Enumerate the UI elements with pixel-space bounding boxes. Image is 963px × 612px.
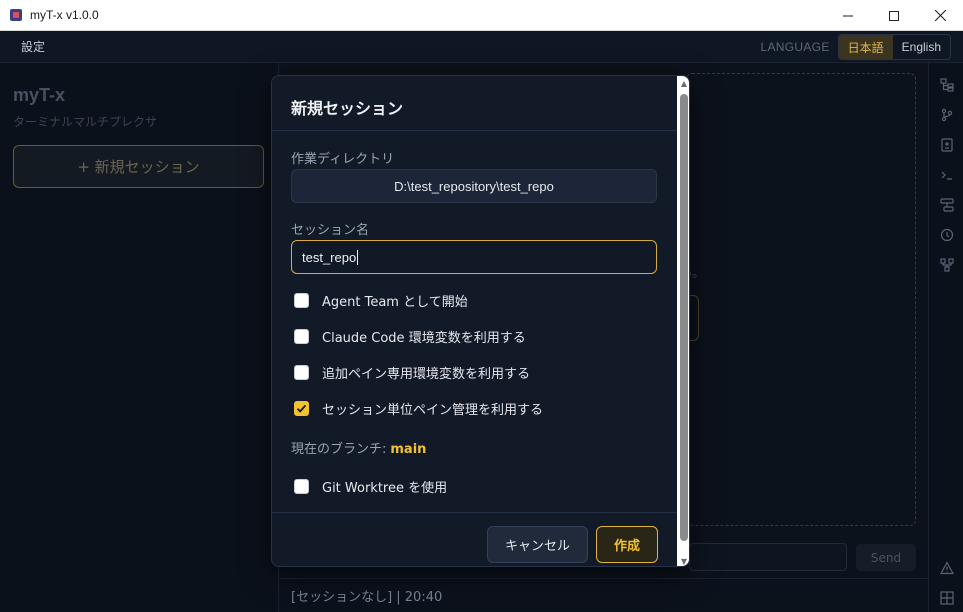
app-subtitle: ターミナルマルチプレクサ	[13, 115, 158, 129]
branch-label: 現在のブランチ:	[291, 442, 387, 457]
checkbox[interactable]	[294, 328, 309, 344]
window-controls	[825, 0, 963, 31]
close-button[interactable]	[917, 0, 963, 31]
dialog-footer: キャンセル 作成	[272, 512, 677, 566]
option-claude-env[interactable]: Claude Code 環境変数を利用する	[294, 326, 526, 346]
option-git-worktree[interactable]: Git Worktree を使用	[294, 476, 447, 496]
option-agent-team[interactable]: Agent Team として開始	[294, 290, 468, 310]
option-label: Git Worktree を使用	[322, 480, 448, 496]
warning-icon[interactable]	[939, 560, 954, 575]
option-session-pane-management[interactable]: セッション単位ペイン管理を利用する	[294, 398, 543, 418]
language-english-button[interactable]: English	[893, 35, 950, 59]
minimize-icon	[843, 15, 853, 16]
session-name-input[interactable]: test_repo	[291, 240, 657, 274]
close-icon	[934, 10, 946, 21]
scroll-down-arrow-icon[interactable]: ▼	[677, 554, 689, 566]
checkbox-checked[interactable]	[294, 400, 309, 416]
settings-menu[interactable]: 設定	[21, 38, 45, 55]
command-input[interactable]	[689, 543, 847, 571]
checkbox[interactable]	[294, 364, 309, 380]
new-session-button[interactable]: + 新規セッション	[13, 145, 264, 188]
session-name-value: test_repo	[302, 249, 357, 265]
app-icon	[10, 9, 22, 21]
branch-name: main	[390, 442, 427, 457]
minimize-button[interactable]	[825, 0, 871, 31]
right-icon-rail	[928, 63, 963, 612]
language-button-group: 日本語 English	[837, 34, 951, 60]
create-button[interactable]: 作成	[596, 526, 658, 563]
scroll-up-arrow-icon[interactable]: ▲	[677, 76, 689, 90]
dialog-scrollbar[interactable]: ▲ ▼	[677, 76, 689, 566]
diff-icon[interactable]	[939, 137, 954, 152]
directory-field[interactable]: D:\test_repository\test_repo	[291, 169, 657, 203]
pane-frame	[686, 73, 916, 526]
option-label: Agent Team として開始	[322, 294, 468, 310]
app-brand: myT-x	[13, 85, 66, 105]
option-label: 追加ペイン専用環境変数を利用する	[322, 366, 531, 382]
send-button[interactable]: Send	[856, 544, 916, 571]
window-title-bar: myT-x v1.0.0	[0, 0, 963, 31]
window-title: myT-x v1.0.0	[30, 8, 99, 22]
history-icon[interactable]	[939, 227, 954, 242]
text-caret	[357, 249, 359, 265]
sidebar: myT-x ターミナルマルチプレクサ + 新規セッション	[0, 63, 279, 612]
session-name-label: セッション名	[291, 223, 370, 238]
network-icon[interactable]	[939, 257, 954, 272]
checkbox[interactable]	[294, 478, 309, 494]
maximize-icon	[889, 10, 899, 21]
grid-icon[interactable]	[939, 590, 954, 605]
language-label: LANGUAGE	[760, 40, 830, 54]
directory-label: 作業ディレクトリ	[291, 152, 395, 167]
language-switcher: LANGUAGE 日本語 English	[761, 34, 951, 60]
scrollbar-thumb[interactable]	[680, 94, 688, 541]
new-session-dialog: 新規セッション 作業ディレクトリ D:\test_repository\test…	[271, 75, 690, 567]
dialog-title: 新規セッション	[291, 99, 404, 118]
dialog-header: 新規セッション	[272, 76, 677, 131]
maximize-button[interactable]	[871, 0, 917, 31]
terminal-icon[interactable]	[939, 167, 954, 182]
layout-icon[interactable]	[939, 197, 954, 212]
language-japanese-button[interactable]: 日本語	[838, 35, 893, 59]
status-bar: [セッションなし] | 20:40	[279, 578, 928, 612]
git-branch-icon[interactable]	[939, 107, 954, 122]
checkmark-icon	[296, 404, 307, 413]
option-label: セッション単位ペイン管理を利用する	[322, 402, 544, 418]
cancel-button[interactable]: キャンセル	[487, 526, 588, 563]
option-pane-env[interactable]: 追加ペイン専用環境変数を利用する	[294, 362, 530, 382]
checkbox[interactable]	[294, 292, 309, 308]
option-label: Claude Code 環境変数を利用する	[322, 330, 526, 346]
file-tree-icon[interactable]	[939, 77, 954, 92]
menu-bar: 設定 LANGUAGE 日本語 English	[0, 31, 963, 63]
current-branch: 現在のブランチ: main	[291, 438, 426, 457]
